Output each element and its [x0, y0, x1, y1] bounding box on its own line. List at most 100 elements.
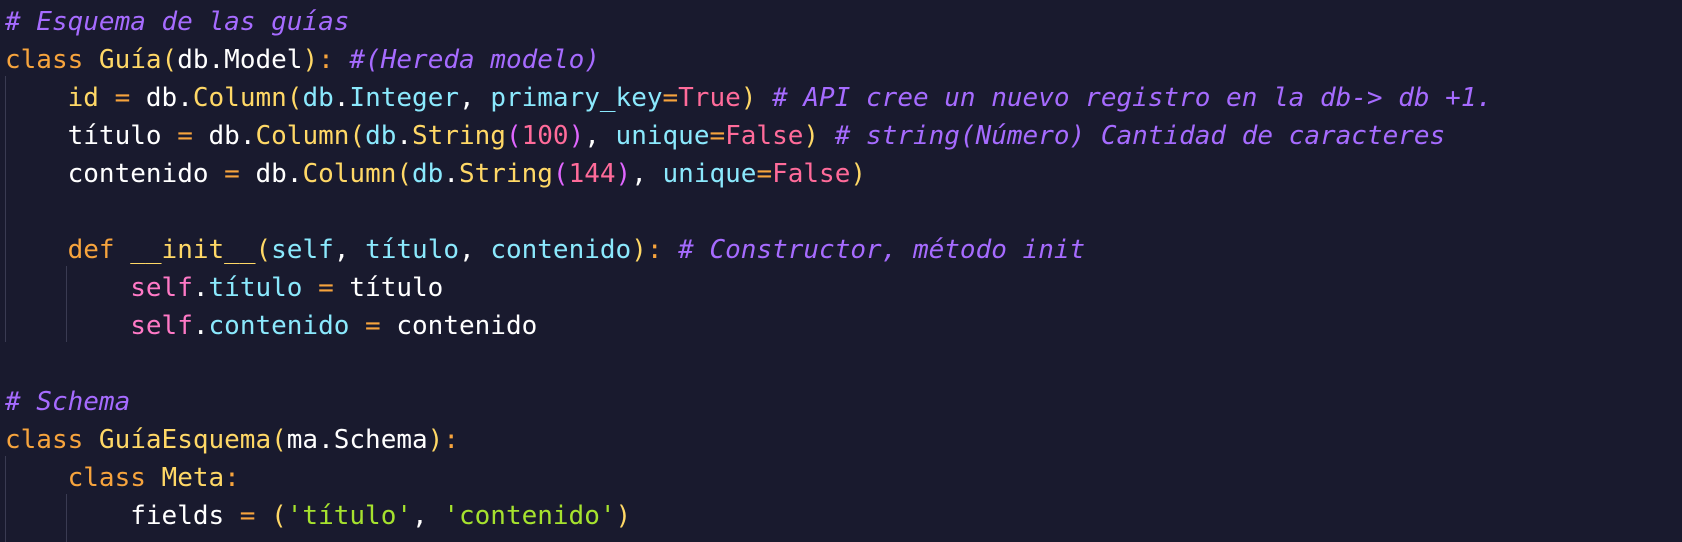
code-token-plain: . [318, 425, 334, 455]
code-line: self.título = título [5, 269, 443, 307]
code-token-op: = [302, 273, 350, 303]
code-line: fields = ('título', 'contenido') [5, 497, 631, 535]
code-token-op: = [756, 159, 773, 189]
code-token-param: contenido [208, 311, 350, 341]
code-token-bool: True [678, 83, 741, 113]
code-token-attr: String [412, 121, 506, 151]
code-line: # Esquema de las guías [5, 3, 349, 41]
code-token-bracket: ) [850, 159, 867, 189]
code-token-attr: Column [302, 159, 397, 189]
code-token-attr: Column [192, 83, 287, 113]
code-token-op: = [224, 501, 272, 531]
code-token-bracket: ( [271, 425, 287, 455]
code-token-op: = [349, 311, 397, 341]
code-line: def __init__(self, título, contenido): #… [5, 231, 1086, 269]
code-token-bracket: ( [349, 121, 366, 151]
code-token-plain: Model [224, 45, 303, 75]
code-token-punct: : [646, 235, 679, 265]
code-token-bracket2: ( [552, 159, 569, 189]
code-token-plain: contenido [67, 159, 209, 189]
code-token-param: db [365, 121, 397, 151]
code-token-bracket2: ) [568, 121, 585, 151]
code-token-plain: ma [286, 425, 319, 455]
code-token-param: db [302, 83, 334, 113]
code-token-bracket: ) [740, 83, 757, 113]
code-token-comment: # Schema [5, 387, 131, 417]
code-token-param: contenido [490, 235, 632, 265]
code-token-plain: . [443, 159, 459, 189]
code-line: class Meta: [5, 459, 240, 497]
code-token-op: = [161, 121, 209, 151]
code-token-op: = [662, 83, 679, 113]
code-token-param: unique [662, 159, 757, 189]
code-token-plain: db. [255, 159, 303, 189]
code-token-bracket: ( [255, 235, 272, 265]
code-token-param: Integer [349, 83, 459, 113]
code-token-comment: # Esquema de las guías [5, 7, 350, 37]
code-token-bracket: ) [302, 45, 319, 75]
code-token-cls: GuíaEsquema [98, 425, 272, 455]
code-token-cls: Meta [161, 463, 225, 493]
code-token-attr: __init__ [130, 235, 256, 265]
code-token-bracket: ) [427, 425, 444, 455]
code-token-plain: , [412, 501, 444, 531]
code-token-plain: db. [145, 83, 193, 113]
code-token-cls: Guía [98, 45, 162, 75]
code-token-comment: # Constructor, método init [678, 235, 1086, 265]
code-token-param: título [208, 273, 303, 303]
code-token-comment: # API cree un nuevo registro en la db-> … [772, 83, 1493, 113]
code-token-op: = [709, 121, 726, 151]
code-token-bracket: ) [631, 235, 647, 265]
code-line: class GuíaEsquema(ma.Schema): [5, 421, 459, 459]
code-token-self: self [130, 273, 193, 303]
code-token-kw: class [67, 463, 162, 493]
code-token-kw: class [5, 425, 99, 455]
code-token-plain: Schema [333, 425, 428, 455]
code-token-plain: , [459, 235, 491, 265]
code-token-num: 144 [568, 159, 616, 189]
code-token-param: título [365, 235, 459, 265]
code-token-plain: . [192, 311, 209, 341]
code-token-plain: . [192, 273, 209, 303]
code-token-param: self [271, 235, 334, 265]
code-token-op: = [208, 159, 256, 189]
code-token-plain: , [333, 235, 366, 265]
code-token-bracket: ) [803, 121, 820, 151]
code-token-plain: título [67, 121, 162, 151]
code-token-bracket: ( [271, 501, 287, 531]
code-token-plain: db [177, 45, 209, 75]
code-token-num: 100 [521, 121, 569, 151]
code-line: self.contenido = contenido [5, 307, 537, 345]
code-token-plain: , [631, 159, 663, 189]
code-token-plain: fields [130, 501, 225, 531]
code-token-attr: String [459, 159, 553, 189]
code-token-kw: class [5, 45, 99, 75]
code-token-bracket: ( [161, 45, 178, 75]
code-token-comment: # string(Número) Cantidad de caracteres [834, 121, 1446, 151]
code-token-bool: False [772, 159, 851, 189]
code-editor[interactable]: # Esquema de las guías class Guía(db.Mode… [0, 0, 1682, 542]
code-token-param: unique [615, 121, 710, 151]
code-token-self: self [130, 311, 193, 341]
code-token-plain: . [396, 121, 413, 151]
code-line: class Guía(db.Model): #(Hereda modelo) [5, 41, 600, 79]
code-line: id = db.Column(db.Integer, primary_key=T… [5, 79, 1493, 117]
code-token-plain: título [349, 273, 444, 303]
code-token-bracket: ( [396, 159, 413, 189]
code-token-plain: , [459, 83, 491, 113]
code-token-bracket2: ( [505, 121, 522, 151]
code-token-str: 'título' [286, 501, 413, 531]
code-token-str: 'contenido' [443, 501, 616, 531]
code-token-punct: : [224, 463, 240, 493]
code-line: título = db.Column(db.String(100), uniqu… [5, 117, 1446, 155]
